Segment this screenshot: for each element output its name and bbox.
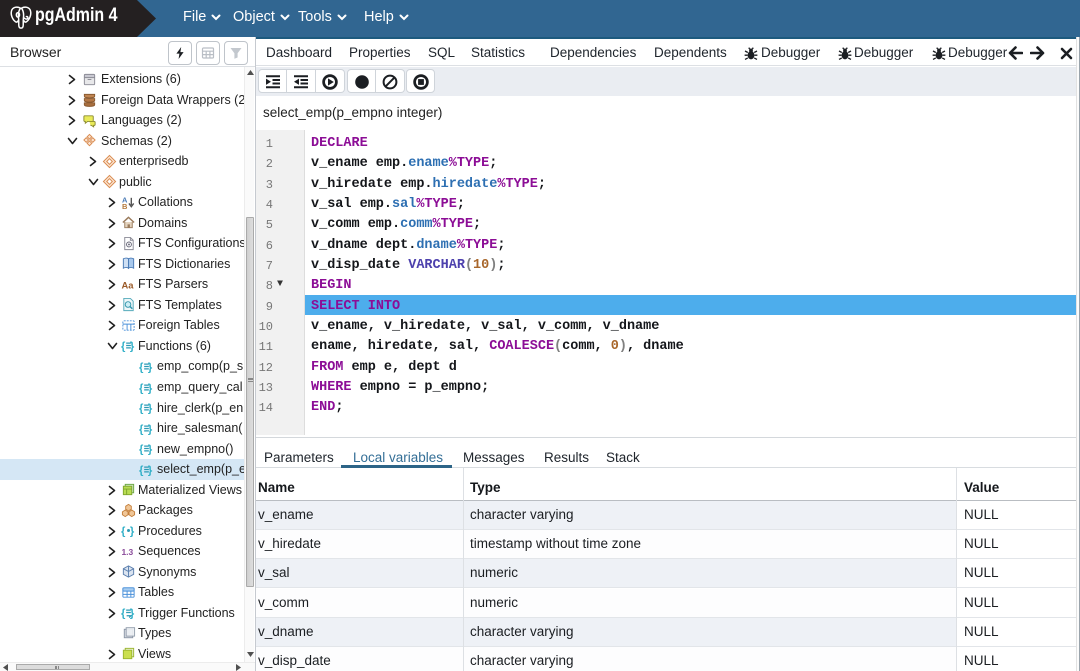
svg-text:}: } [148,403,153,415]
svg-text:}: } [130,341,135,353]
svg-text:{: { [139,423,144,435]
svg-text:}: } [148,464,153,476]
svg-text:{: { [139,444,144,456]
svg-text:{: { [121,526,126,538]
svg-text:{: { [139,403,144,415]
svg-text:{: { [121,341,126,353]
svg-text:{: { [139,464,144,476]
svg-text:{: { [139,382,144,394]
svg-text:{: { [121,608,126,620]
svg-text:}: } [130,526,135,538]
svg-text:}: } [148,382,153,394]
svg-text:B: B [122,202,128,210]
svg-text:}: } [148,423,153,435]
svg-text:}: } [148,444,153,456]
svg-text:1.3: 1.3 [121,546,133,556]
svg-text:}: } [148,362,153,374]
svg-text:Aa: Aa [121,280,134,290]
svg-text:{: { [139,362,144,374]
svg-text:}: } [130,608,135,620]
